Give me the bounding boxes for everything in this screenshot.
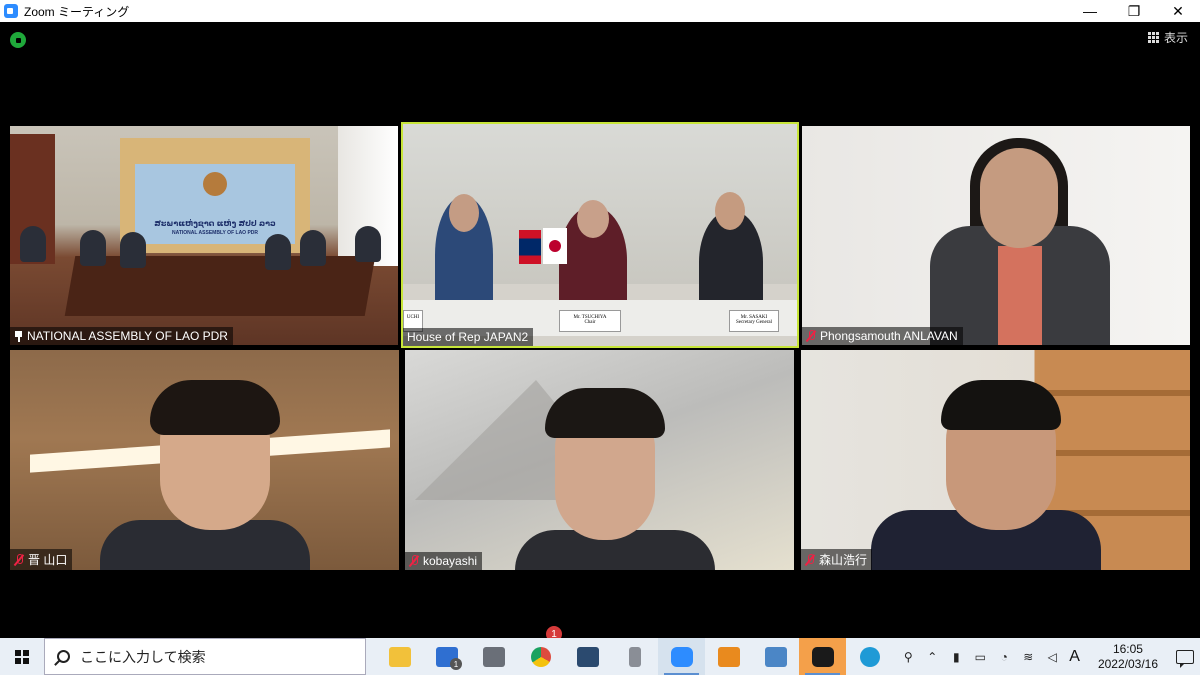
mic-off-icon [805, 553, 815, 566]
file-explorer-icon[interactable] [376, 638, 423, 675]
battery-icon[interactable]: ▭ [973, 650, 987, 664]
participant-hair [941, 380, 1061, 430]
search-placeholder: ここに入力して検索 [80, 648, 206, 665]
zoom-app-icon [4, 4, 18, 18]
taskbar-apps: 1 [376, 638, 893, 675]
japan-flag-icon [543, 228, 567, 264]
participant-figure [355, 226, 381, 262]
view-button[interactable]: 表示 [1147, 29, 1188, 46]
grid-icon [1147, 32, 1159, 43]
zoom-icon[interactable] [658, 638, 705, 675]
video-tile-yamaguchi[interactable]: 晋 山口 [10, 350, 399, 570]
clock-time: 16:05 [1112, 641, 1143, 656]
volume-icon[interactable]: ◁ [1045, 650, 1059, 664]
video-tile-moriyama[interactable]: 森山浩行 [801, 350, 1190, 570]
clock-date: 2022/03/16 [1097, 656, 1158, 671]
name-placard: Mr. SASAKI Secretary General [729, 310, 779, 332]
title-bar: Zoom ミーティング — ❐ ✕ [0, 0, 1200, 22]
microphone-icon[interactable]: ▮ [949, 650, 963, 664]
participant-name-label: kobayashi [405, 552, 483, 570]
mail-icon[interactable]: 1 [423, 638, 470, 675]
chevron-up-icon[interactable]: ⌃ [925, 650, 939, 664]
emblem-icon [203, 172, 227, 196]
video-tile-national-assembly[interactable]: ສະພາແຫ່ງຊາດ ແຫ່ງ ສປປ ລາວ NATIONAL ASSEMB… [10, 126, 398, 345]
video-tile-kobayashi[interactable]: kobayashi [405, 350, 794, 570]
app-blue-diamond-icon[interactable] [564, 638, 611, 675]
mail-badge: 1 [450, 658, 462, 670]
windows-logo-icon [15, 649, 29, 664]
participant-name: 森山浩行 [819, 553, 868, 567]
microphone-app-icon[interactable] [611, 638, 658, 675]
video-tile-house-of-rep[interactable]: UCHI Mr. TSUCHIYA Chair Mr. SASAKI Secreta… [401, 122, 799, 348]
name-placard: Mr. TSUCHIYA Chair [559, 310, 621, 332]
participant-name: House of Rep JAPAN2 [407, 330, 529, 344]
participant-name-label: 森山浩行 [801, 549, 873, 570]
participant-sweater [998, 246, 1042, 345]
restore-button[interactable]: ❐ [1112, 0, 1156, 22]
participant-name-label: NATIONAL ASSEMBLY OF LAO PDR [10, 327, 233, 345]
participant-name-label: Phongsamouth ANLAVAN [802, 327, 963, 345]
participant-face [980, 148, 1058, 248]
participant-hair [545, 388, 665, 438]
conference-table [64, 256, 376, 316]
participant-name: Phongsamouth ANLAVAN [820, 329, 958, 343]
view-label: 表示 [1163, 31, 1188, 45]
mic-off-icon [14, 553, 24, 566]
laptop-app-icon[interactable] [752, 638, 799, 675]
banner-text-english: NATIONAL ASSEMBLY OF LAO PDR [171, 230, 259, 236]
participant-name: 晋 山口 [28, 553, 68, 567]
zoom-window: Zoom ミーティング — ❐ ✕ 表示 ສະພາແຫ່ງຊາດ ແຫ່ງ ສປ… [0, 0, 1200, 640]
close-button[interactable]: ✕ [1156, 0, 1200, 22]
participant-name: NATIONAL ASSEMBLY OF LAO PDR [27, 329, 228, 343]
ime-indicator[interactable]: A [1069, 648, 1080, 666]
windows-taskbar: ここに入力して検索 1 ⚲ ⌃ ▮ ▭ ◔ ≋ ◁ A 16:05 2022/0… [0, 638, 1200, 675]
participant-name: kobayashi [423, 554, 478, 568]
participant-figure [120, 232, 146, 268]
participant-figure [20, 226, 46, 262]
notification-center-icon[interactable] [1176, 649, 1194, 668]
banner-text-lao: ສະພາແຫ່ງຊາດ ແຫ່ງ ສປປ ລາວ [154, 219, 276, 228]
security-shield-icon[interactable] [10, 32, 26, 48]
system-tray: ⚲ ⌃ ▮ ▭ ◔ ≋ ◁ A 16:05 2022/03/16 [901, 638, 1200, 675]
participant-figure [265, 234, 291, 270]
video-tile-phongsamouth[interactable]: Phongsamouth ANLAVAN [802, 126, 1190, 345]
wifi-icon[interactable]: ≋ [1021, 650, 1035, 664]
assembly-banner: ສະພາແຫ່ງຊາດ ແຫ່ງ ສປປ ລາວ NATIONAL ASSEMB… [135, 164, 295, 244]
participant-figure [80, 230, 106, 266]
people-icon[interactable]: ⚲ [901, 650, 915, 664]
participant-head [449, 194, 479, 232]
orange-app-icon[interactable] [705, 638, 752, 675]
start-button[interactable] [0, 638, 44, 675]
mic-off-icon [409, 555, 419, 567]
chrome-icon[interactable] [517, 638, 564, 675]
participant-name-label: House of Rep JAPAN2 [403, 328, 534, 346]
window-controls: — ❐ ✕ [1068, 0, 1200, 22]
participant-head [577, 200, 609, 238]
edge-icon[interactable] [846, 638, 893, 675]
window-title: Zoom ミーティング [24, 4, 130, 19]
minimize-button[interactable]: — [1068, 0, 1112, 22]
pin-icon [14, 330, 23, 342]
mic-off-icon [806, 330, 816, 342]
participant-head [715, 192, 745, 230]
participant-hair [150, 380, 280, 435]
network-icon[interactable]: ◔ [997, 650, 1011, 664]
participant-figure [300, 230, 326, 266]
search-icon [57, 650, 70, 663]
webex-icon[interactable] [799, 638, 846, 675]
lao-flag-icon [519, 230, 541, 264]
taskbar-search[interactable]: ここに入力して検索 [44, 638, 366, 675]
taskbar-clock[interactable]: 16:05 2022/03/16 [1098, 642, 1158, 672]
network-drive-icon[interactable] [470, 638, 517, 675]
participant-name-label: 晋 山口 [10, 549, 73, 570]
